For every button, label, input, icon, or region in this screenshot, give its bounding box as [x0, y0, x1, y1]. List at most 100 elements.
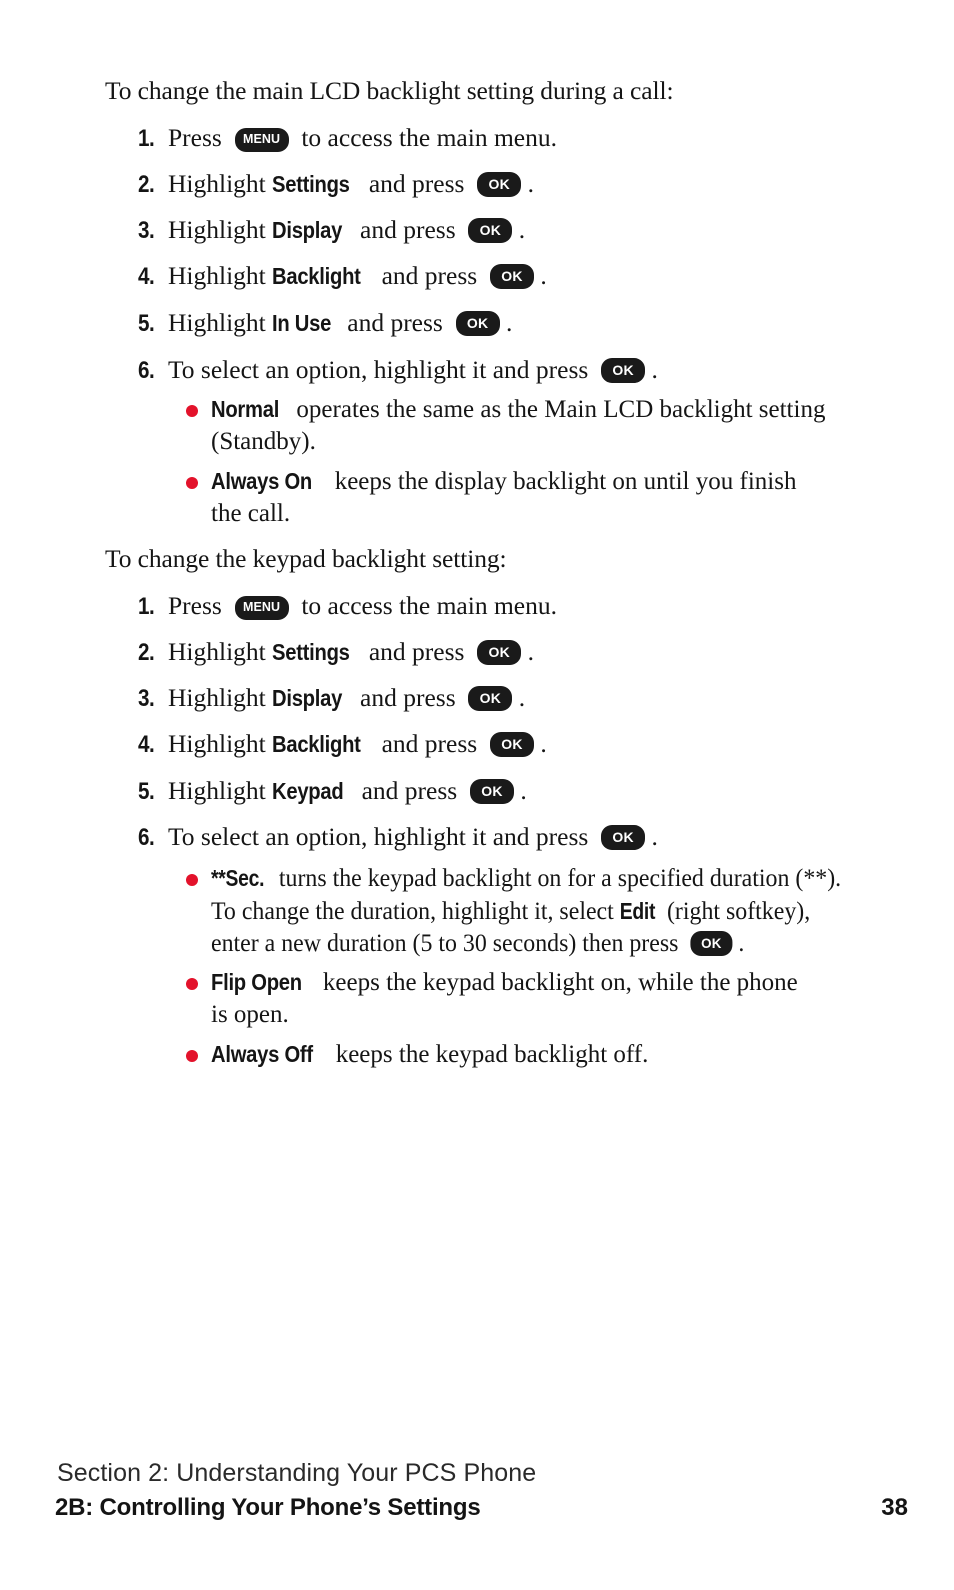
step-number: 3. [138, 685, 155, 712]
option-text: keeps the keypad backlight off. [335, 1041, 649, 1068]
step-number: 2. [138, 171, 155, 198]
ok-key-icon[interactable]: OK [690, 931, 733, 956]
step-text-post: . [505, 308, 513, 337]
step-text-post: . [527, 169, 534, 198]
menu-key-icon[interactable]: MENU [234, 596, 289, 620]
option-term: Always Off [211, 1041, 313, 1067]
menu-term: Display [272, 685, 343, 711]
section-two-intro: To change the keypad backlight setting: [105, 544, 507, 573]
menu-key-icon[interactable]: MENU [234, 128, 289, 152]
section-two-bullet-flip-open: Flip Open keeps the keypad backlight on,… [186, 966, 798, 1031]
ok-key-icon[interactable]: OK [477, 640, 522, 665]
ok-key-icon[interactable]: OK [489, 264, 534, 289]
section-one-step-5: 5. Highlight In Use and press OK . [138, 307, 512, 340]
section-two-bullet-always-off: Always Off keeps the keypad backlight of… [186, 1038, 648, 1071]
step-text-post: . [520, 776, 527, 805]
section-two-bullet-sec: **Sec. turns the keypad backlight on for… [186, 862, 954, 960]
step-text-post: . [518, 683, 526, 712]
ok-key-icon[interactable]: OK [477, 172, 522, 197]
option-text: keeps the keypad backlight on, while the… [322, 969, 798, 996]
softkey-term: Edit [619, 898, 656, 924]
section-one-step-6: 6. To select an option, highlight it and … [138, 354, 658, 387]
step-text-mid: and press [361, 776, 458, 805]
step-text-mid: and press [368, 169, 465, 198]
footer-section-line: Section 2: Understanding Your PCS Phone [57, 1459, 537, 1487]
option-text-cont4: . [738, 930, 745, 957]
step-number: 5. [138, 310, 155, 337]
section-one-step-1: 1. Press MENU to access the main menu. [138, 122, 557, 155]
step-text-post: . [651, 355, 658, 384]
bullet-dot-icon [186, 874, 198, 886]
menu-term: In Use [272, 310, 332, 336]
option-text-cont: To change the duration, highlight it, se… [211, 898, 614, 925]
footer-chapter-line: 2B: Controlling Your Phone’s Settings [55, 1494, 481, 1521]
menu-term: Settings [272, 639, 350, 665]
menu-term: Keypad [272, 778, 344, 804]
step-text-pre: Highlight [168, 637, 266, 666]
option-text-cont: (Standby). [211, 428, 316, 455]
ok-key-icon[interactable]: OK [601, 825, 646, 850]
ok-key-icon[interactable]: OK [469, 779, 514, 804]
option-term: Always On [211, 468, 313, 494]
step-text-pre: To select an option, highlight it and pr… [168, 822, 589, 851]
section-two-step-6: 6. To select an option, highlight it and … [138, 821, 658, 854]
step-text-post: . [540, 261, 547, 290]
ok-key-icon[interactable]: OK [455, 311, 500, 336]
step-text-post: to access the main menu. [301, 591, 557, 620]
section-one-step-2: 2. Highlight Settings and press OK . [138, 168, 534, 201]
bullet-dot-icon [186, 405, 198, 417]
section-two-step-1: 1. Press MENU to access the main menu. [138, 590, 557, 623]
option-term: Flip Open [211, 969, 302, 995]
section-two-step-2: 2. Highlight Settings and press OK . [138, 636, 534, 669]
option-text-cont: the call. [211, 500, 291, 527]
section-two-step-3: 3. Highlight Display and press OK . [138, 682, 525, 715]
menu-term: Settings [272, 171, 350, 197]
step-text-mid: and press [368, 637, 465, 666]
step-text-pre: Highlight [168, 776, 266, 805]
option-text-cont2: (right softkey), [666, 898, 811, 925]
step-text-post: . [540, 729, 547, 758]
menu-term: Backlight [272, 731, 361, 757]
option-text: operates the same as the Main LCD backli… [296, 396, 826, 423]
menu-term: Backlight [272, 263, 361, 289]
step-text-mid: and press [360, 215, 456, 244]
option-text-cont3: enter a new duration (5 to 30 seconds) t… [211, 930, 679, 957]
step-text-pre: Highlight [168, 169, 266, 198]
section-one-intro: To change the main LCD backlight setting… [105, 76, 674, 105]
option-text: turns the keypad backlight on for a spec… [278, 865, 842, 892]
ok-key-icon[interactable]: OK [601, 358, 646, 383]
step-number: 5. [138, 778, 155, 805]
option-term: **Sec. [211, 865, 265, 891]
step-text-pre: Press [168, 123, 222, 152]
ok-key-icon[interactable]: OK [468, 218, 513, 243]
step-text-pre: Highlight [168, 729, 266, 758]
manual-page: To change the main LCD backlight setting… [0, 0, 954, 1590]
ok-key-icon[interactable]: OK [468, 686, 513, 711]
step-text-pre: Highlight [168, 308, 266, 337]
section-one-bullet-normal: Normal operates the same as the Main LCD… [186, 393, 825, 458]
step-number: 6. [138, 357, 155, 384]
bullet-dot-icon [186, 477, 198, 489]
step-text-pre: Highlight [168, 261, 266, 290]
step-number: 4. [138, 263, 155, 290]
step-number: 1. [138, 125, 155, 152]
step-text-mid: and press [360, 683, 456, 712]
step-text-post: . [518, 215, 526, 244]
section-two-step-5: 5. Highlight Keypad and press OK . [138, 775, 527, 808]
option-text: keeps the display backlight on until you… [334, 468, 797, 495]
step-number: 4. [138, 731, 155, 758]
step-text-mid: and press [347, 308, 443, 337]
step-text-mid: and press [381, 261, 478, 290]
bullet-dot-icon [186, 1050, 198, 1062]
option-text-cont: is open. [211, 1001, 289, 1028]
ok-key-icon[interactable]: OK [489, 732, 534, 757]
step-text-pre: Highlight [168, 683, 266, 712]
menu-term: Display [272, 217, 343, 243]
step-number: 1. [138, 593, 155, 620]
step-text-pre: Highlight [168, 215, 266, 244]
section-one-step-4: 4. Highlight Backlight and press OK . [138, 260, 547, 293]
section-one-step-3: 3. Highlight Display and press OK . [138, 214, 525, 247]
step-number: 2. [138, 639, 155, 666]
step-text-pre: To select an option, highlight it and pr… [168, 355, 589, 384]
section-one-bullet-always-on: Always On keeps the display backlight on… [186, 465, 796, 530]
